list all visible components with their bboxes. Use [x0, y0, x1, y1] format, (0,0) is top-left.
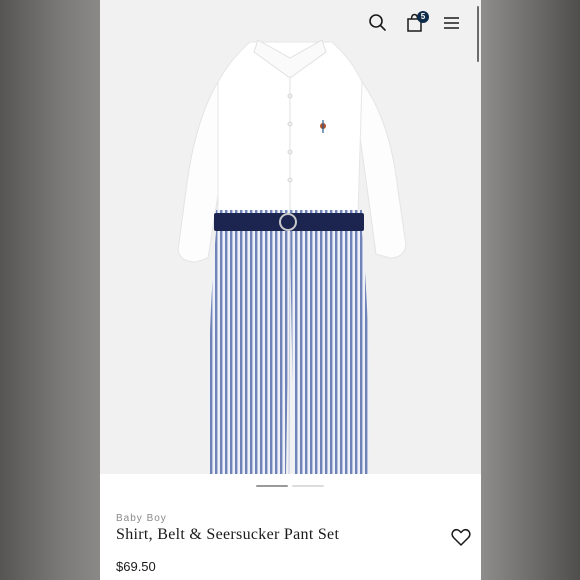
heart-icon[interactable] — [450, 526, 472, 548]
background-left — [0, 0, 100, 580]
product-price: $69.50 — [116, 559, 156, 574]
scrollbar[interactable] — [477, 6, 479, 62]
background-right — [481, 0, 580, 580]
product-gallery[interactable]: 5 — [100, 0, 481, 474]
product-info: Baby Boy Shirt, Belt & Seersucker Pant S… — [100, 500, 481, 580]
bag-count-badge: 5 — [417, 11, 429, 23]
shopping-bag-button[interactable]: 5 — [400, 8, 430, 38]
product-category: Baby Boy — [116, 513, 167, 524]
gallery-pager — [100, 474, 481, 500]
product-image — [177, 39, 407, 474]
phone-screen: 5 Baby Boy Shirt, Belt & Seersucker Pant… — [100, 0, 481, 580]
pager-dot-2[interactable] — [292, 485, 324, 487]
pager-dot-1[interactable] — [256, 485, 288, 487]
product-title: Shirt, Belt & Seersucker Pant Set — [116, 526, 340, 543]
menu-icon[interactable] — [437, 8, 467, 38]
search-icon[interactable] — [363, 8, 393, 38]
